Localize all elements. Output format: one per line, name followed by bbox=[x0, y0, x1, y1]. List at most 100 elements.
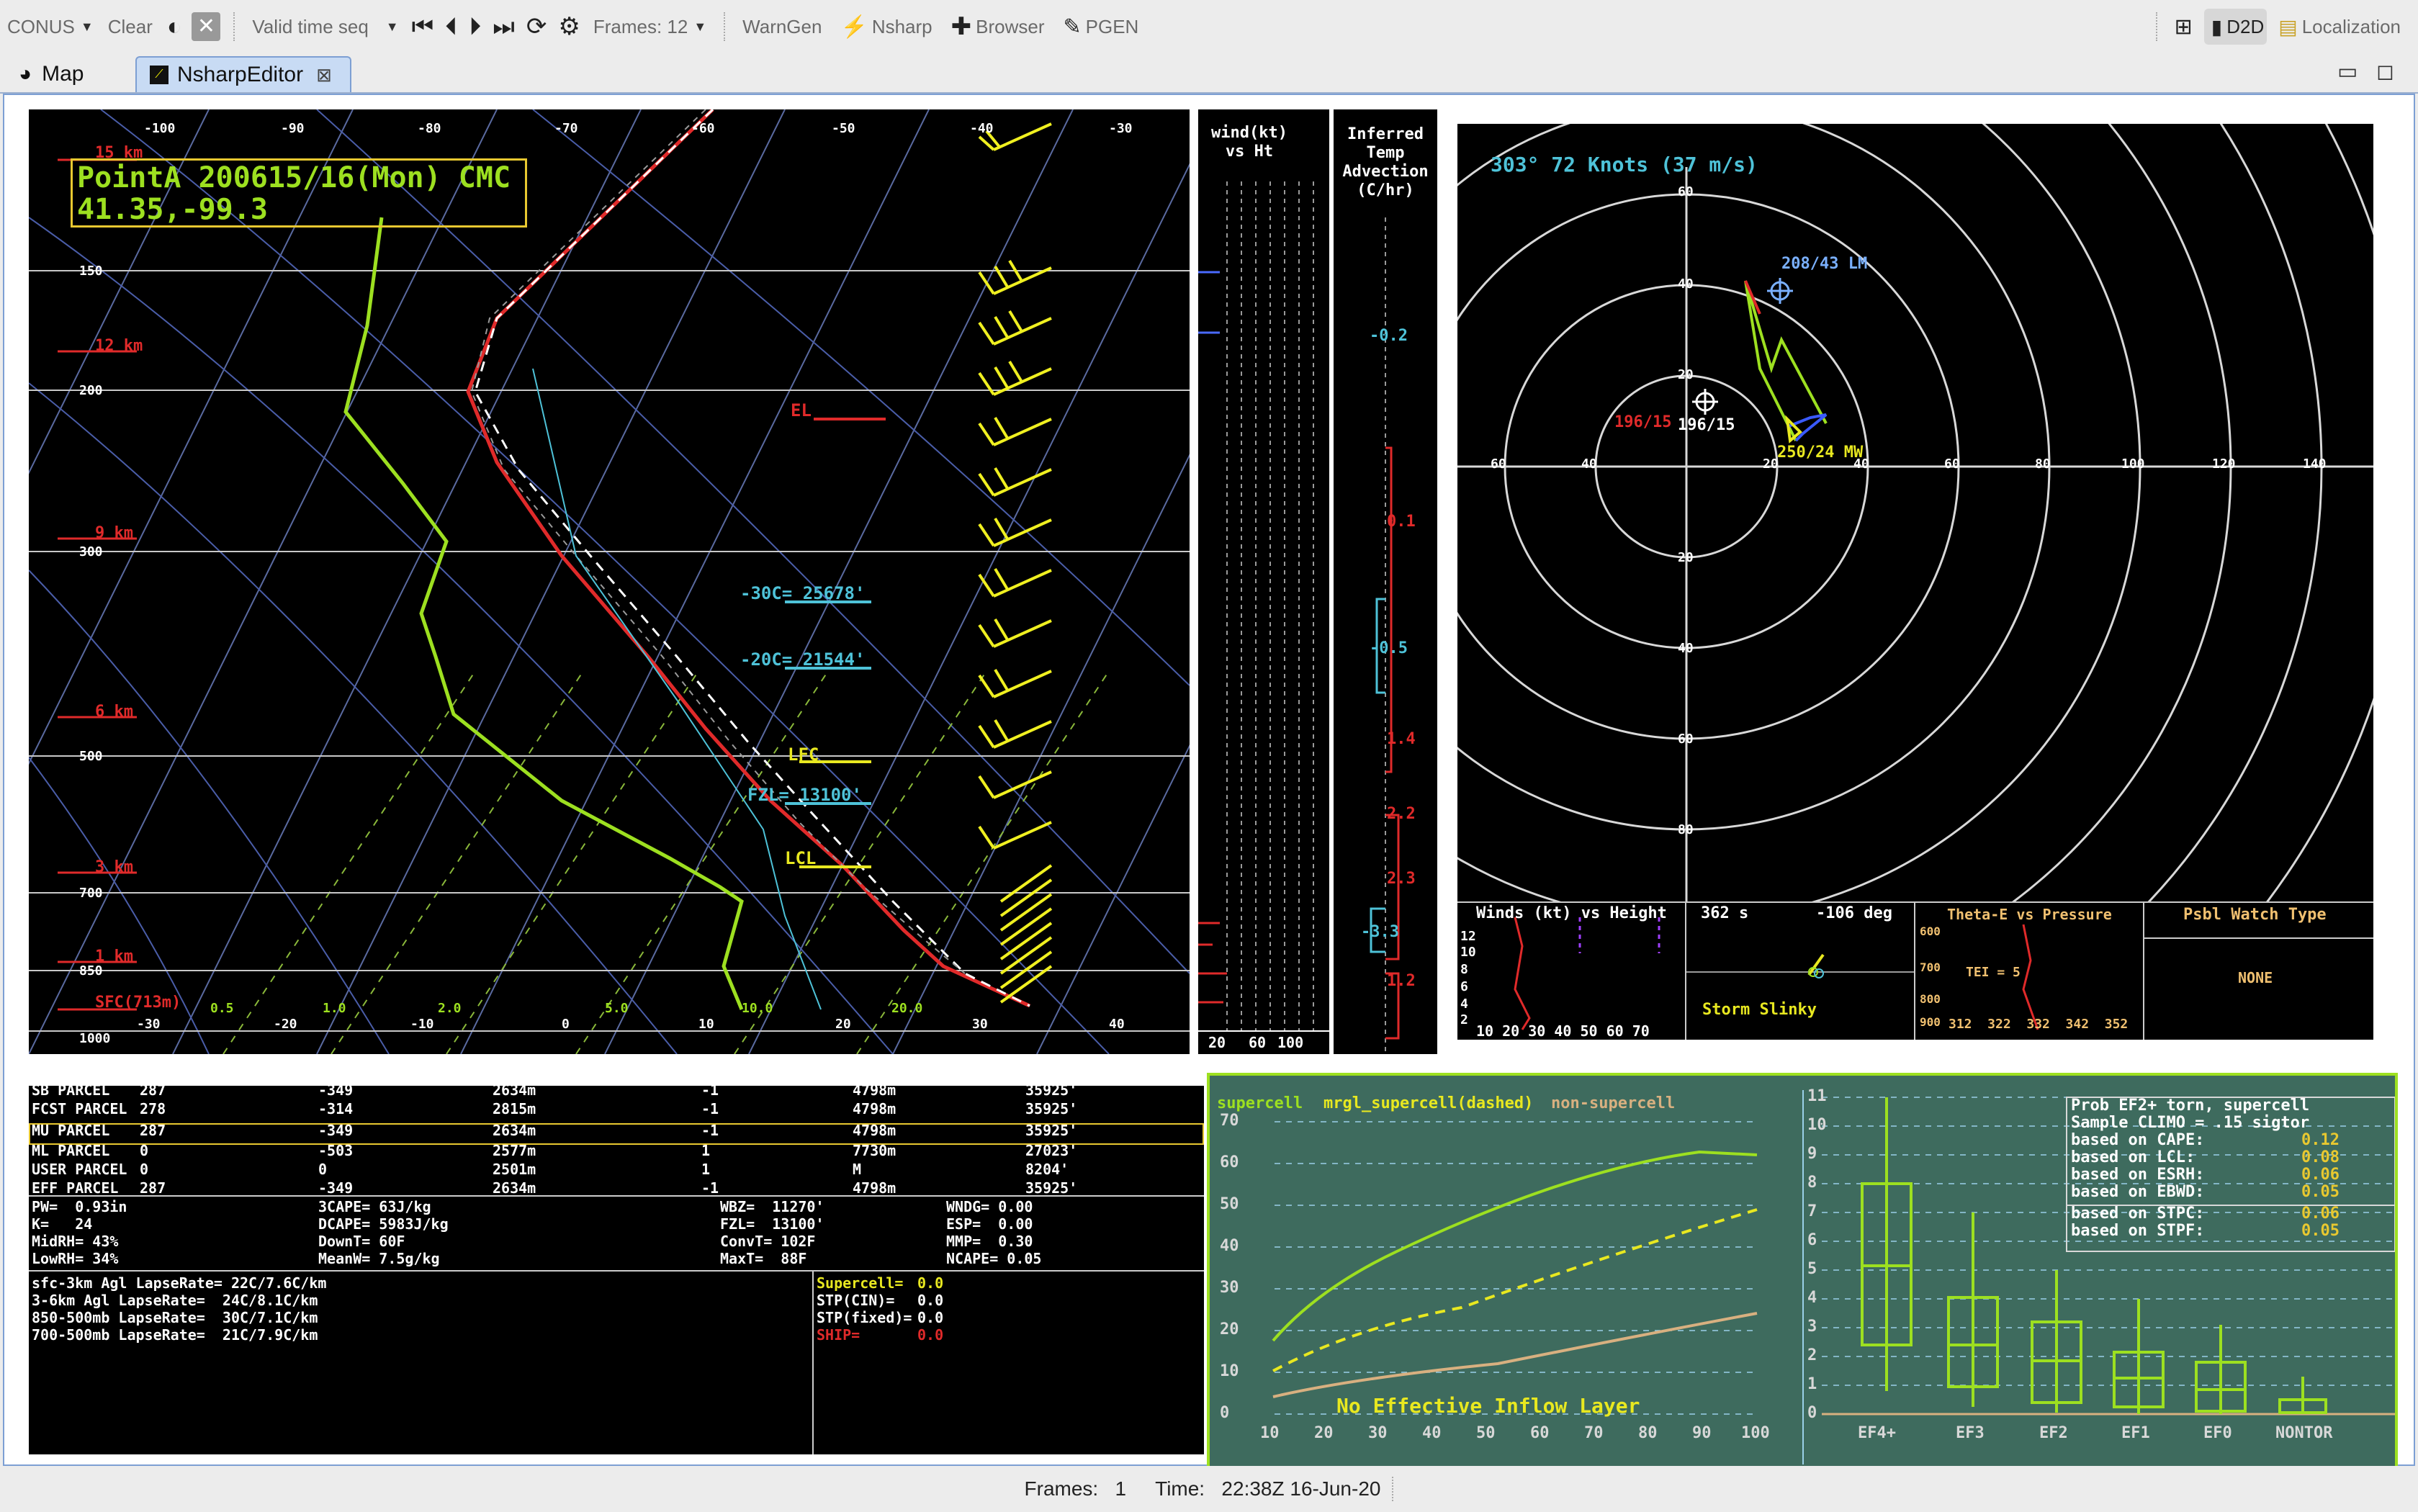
table-row[interactable]: FCST PARCEL 278 -314 2815m -1 4798m 3592… bbox=[32, 1100, 1198, 1119]
contrast-toggle[interactable]: ◐ bbox=[160, 0, 189, 53]
loop-button[interactable]: ⟳ bbox=[521, 0, 553, 53]
prev-frame-button[interactable]: ⏴ bbox=[439, 0, 463, 53]
prob-row-value: 0.08 bbox=[2301, 1148, 2340, 1166]
prob-row-label: based on STPC: bbox=[2071, 1205, 2205, 1223]
parcel-name: MU PARCEL bbox=[32, 1122, 110, 1139]
height-ticks bbox=[58, 158, 137, 1011]
watch-value: NONE bbox=[2238, 969, 2273, 986]
parcel-cape: 287 bbox=[140, 1179, 166, 1197]
prob-row-value: 0.06 bbox=[2301, 1205, 2340, 1223]
pgen-button[interactable]: ✎ PGEN bbox=[1052, 0, 1146, 53]
table-divider bbox=[29, 1270, 1204, 1272]
slinky-speed: 362 s bbox=[1701, 904, 1749, 922]
storm-slinky-inset[interactable]: 362 s -106 deg Storm Slinky bbox=[1686, 901, 1915, 1040]
table-row[interactable]: SB PARCEL 287 -349 2634m -1 4798m 35925' bbox=[32, 1086, 1198, 1100]
parameters-panel[interactable]: SB PARCEL 287 -349 2634m -1 4798m 35925'… bbox=[29, 1086, 1204, 1454]
wind-height-panel[interactable]: wind(kt) vs Ht 20 60 100 bbox=[1198, 109, 1329, 1054]
temperature-trace bbox=[466, 109, 1031, 1008]
winds-y-tick: 10 bbox=[1460, 945, 1476, 960]
chevron-down-icon: ▼ bbox=[80, 19, 94, 34]
last-frame-icon: ⏭ bbox=[493, 12, 515, 40]
table-row[interactable]: MU PARCEL 287 -349 2634m -1 4798m 35925' bbox=[32, 1122, 1198, 1140]
parcel-cin: 0 bbox=[318, 1161, 328, 1178]
pressure-label-200: 200 bbox=[79, 383, 103, 398]
theta-x: 312 322 332 342 352 bbox=[1949, 1017, 2129, 1032]
winds-y-tick: 4 bbox=[1460, 996, 1468, 1012]
clear-button[interactable]: Clear bbox=[101, 0, 160, 53]
category-label: NONTOR bbox=[2275, 1424, 2333, 1442]
table-divider bbox=[812, 1270, 814, 1454]
mw-label: 250/24 MW bbox=[1777, 444, 1864, 462]
prob-row: based on LCL: 0.08 bbox=[2071, 1149, 2388, 1166]
theta-e-inset[interactable]: Theta-E vs Pressure TEI = 5 600 700 800 … bbox=[1915, 901, 2144, 1040]
winds-height-inset[interactable]: Winds (kt) vs Height 10 20 30 40 50 60 7… bbox=[1457, 901, 1686, 1040]
advection-value: 1.4 bbox=[1387, 730, 1416, 748]
prob-row: based on STPC: 0.06 bbox=[2071, 1205, 2388, 1223]
tick: -40 bbox=[970, 121, 994, 136]
localization-perspective-button[interactable]: ▤ Localization bbox=[2271, 0, 2418, 53]
watch-type-inset[interactable]: Psbl Watch Type NONE bbox=[2144, 901, 2373, 1040]
winds-inset-title: Winds (kt) vs Height bbox=[1476, 904, 1667, 922]
tick: 30 bbox=[1220, 1279, 1239, 1297]
last-frame-button[interactable]: ⏭ bbox=[487, 0, 521, 53]
frames-label: Frames: 12 bbox=[593, 15, 688, 37]
toolbar-divider bbox=[233, 12, 235, 41]
parcel-li: -1 bbox=[701, 1086, 719, 1099]
warngen-button[interactable]: WarnGen bbox=[735, 0, 829, 53]
advection-value: 2.2 bbox=[1387, 805, 1416, 823]
index-value: 3CAPE= 63J/kg bbox=[318, 1198, 431, 1215]
stp-panel[interactable]: supercell mrgl_supercell(dashed) non-sup… bbox=[1207, 1073, 2398, 1475]
tab-map[interactable]: ◕ Map bbox=[6, 56, 132, 92]
clear-label: Clear bbox=[107, 15, 153, 37]
frames-dropdown[interactable]: Frames: 12 ▼ bbox=[586, 0, 714, 53]
settings-button[interactable]: ⚙ bbox=[552, 0, 585, 53]
skewt-panel[interactable]: PointA 200615/16(Mon) CMC 41.35,-99.3 -1… bbox=[29, 109, 1190, 1054]
tick: -30 bbox=[137, 1017, 161, 1032]
ring-label: 20 bbox=[1678, 550, 1694, 565]
ring-label: 60 bbox=[1678, 184, 1694, 199]
parcel-lfc: 4798m bbox=[853, 1086, 896, 1099]
folder-icon: ▤ bbox=[2278, 15, 2298, 38]
minimize-button[interactable]: ▭ bbox=[2337, 59, 2358, 84]
warngen-label: WarnGen bbox=[742, 15, 822, 37]
advection-value: 2.3 bbox=[1387, 870, 1416, 888]
tick: 3 bbox=[1807, 1318, 1817, 1336]
maximize-button[interactable]: ◻ bbox=[2376, 59, 2394, 84]
chevron-down-icon: ▼ bbox=[693, 19, 707, 34]
d2d-label: D2D bbox=[2226, 15, 2265, 37]
nsharp-button[interactable]: ⚡ Nsharp bbox=[829, 0, 939, 53]
height-label-sfc: SFC(713m) bbox=[95, 994, 181, 1012]
tick: 4 bbox=[1807, 1289, 1817, 1307]
tab-nsharp-editor[interactable]: ⟋ NsharpEditor ⊠ bbox=[135, 56, 351, 92]
pressure-label-850: 850 bbox=[79, 963, 103, 978]
slinky-chart bbox=[1686, 953, 1914, 978]
index-value: K= 24 bbox=[32, 1215, 93, 1233]
temp-advection-panel[interactable]: Inferred Temp Advection (C/hr) -0.2 0.1 … bbox=[1334, 109, 1437, 1054]
close-icon[interactable]: ⊠ bbox=[316, 64, 332, 86]
d2d-perspective-button[interactable]: ▮ D2D bbox=[2203, 9, 2268, 45]
browser-button[interactable]: ✚ Browser bbox=[940, 0, 1052, 53]
scale-dropdown[interactable]: CONUS ▼ bbox=[0, 0, 101, 53]
stp-fixed-value: 0.0 bbox=[917, 1309, 944, 1326]
tick: -30 bbox=[1109, 121, 1133, 136]
hodograph-panel[interactable]: 303° 72 Knots (37 m/s) 196/15 196/15 208… bbox=[1457, 124, 2373, 901]
parcel-lcl: 2634m bbox=[493, 1086, 536, 1099]
tick: 20 bbox=[1314, 1424, 1334, 1442]
open-perspective-button[interactable]: ⊞ bbox=[2167, 0, 2200, 53]
hide-toggle[interactable]: ✕ bbox=[189, 0, 223, 53]
hodograph-header: 303° 72 Knots (37 m/s) bbox=[1491, 153, 1758, 176]
time-mode-dropdown[interactable]: Valid time seq ▼ bbox=[245, 0, 405, 53]
tick: -70 bbox=[554, 121, 578, 136]
table-row[interactable]: ML PARCEL 0 -503 2577m 1 7730m 27023' bbox=[32, 1142, 1198, 1161]
index-value: WNDG= 0.00 bbox=[946, 1198, 1033, 1215]
wind-height-title: wind(kt) vs Ht bbox=[1211, 124, 1287, 161]
next-frame-button[interactable]: ⏵ bbox=[463, 0, 487, 53]
table-row[interactable]: EFF PARCEL 287 -349 2634m -1 4798m 35925… bbox=[32, 1179, 1198, 1198]
indices-block: PW= 0.93in K= 24 MidRH= 43% LowRH= 34% 3… bbox=[32, 1198, 1198, 1270]
first-frame-button[interactable]: ⏮ bbox=[406, 0, 440, 53]
param-row: SHIP= 0.0 bbox=[817, 1326, 1033, 1344]
table-row[interactable]: USER PARCEL 0 0 2501m 1 M 8204' bbox=[32, 1161, 1198, 1179]
tick: 40 bbox=[1109, 1017, 1125, 1032]
open-perspective-icon: ⊞ bbox=[2174, 14, 2193, 39]
ship-value: 0.0 bbox=[917, 1326, 944, 1344]
